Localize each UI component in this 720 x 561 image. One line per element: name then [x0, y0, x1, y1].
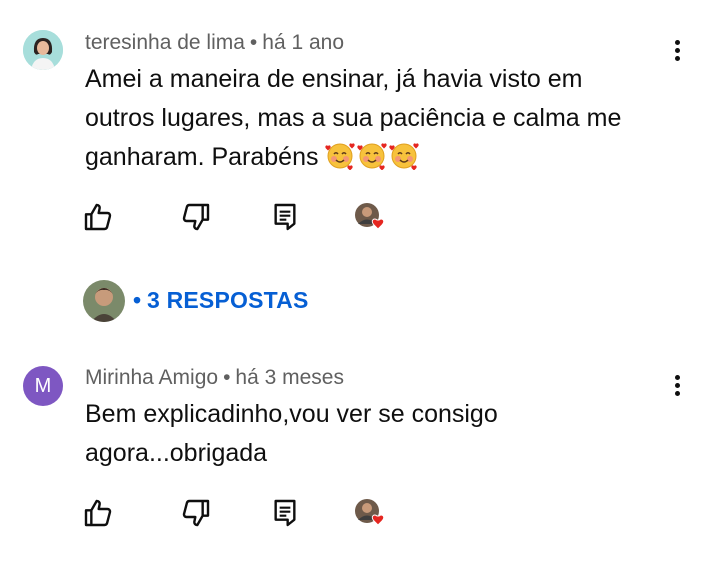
avatar-photo — [23, 30, 63, 70]
comment-meta: teresinha de lima • há 1 ano — [85, 31, 344, 55]
comment-text-line: outros lugares, mas a sua paciência e ca… — [85, 104, 622, 132]
comment-text-line: ganharam. Parabéns — [85, 138, 685, 177]
comment-text-line: Bem explicadinho,vou ver se consigo — [85, 400, 498, 428]
thumb-down-icon[interactable] — [180, 201, 212, 233]
replies-bullet: • — [133, 287, 142, 313]
thumb-down-icon[interactable] — [180, 497, 212, 529]
avatar[interactable]: M — [23, 366, 63, 406]
comment-time[interactable]: há 3 meses — [235, 366, 344, 389]
replier-avatar-photo — [83, 280, 125, 322]
reply-icon[interactable] — [269, 201, 301, 233]
thumb-up-icon[interactable] — [82, 201, 114, 233]
thumb-up-icon[interactable] — [82, 497, 114, 529]
replies-button[interactable]: • 3 RESPOSTAS — [83, 278, 333, 324]
replier-avatar — [83, 280, 125, 322]
creator-heart-icon — [352, 496, 386, 530]
meta-separator: • — [223, 366, 231, 389]
author-name[interactable]: teresinha de lima — [85, 31, 245, 54]
replies-label[interactable]: 3 RESPOSTAS — [147, 287, 309, 314]
author-name[interactable]: Mirinha Amigo — [85, 366, 218, 389]
comment-time[interactable]: há 1 ano — [262, 31, 344, 54]
avatar[interactable] — [23, 30, 63, 70]
comment-text-line: Amei a maneira de ensinar, já havia vist… — [85, 65, 583, 93]
comment-text-line: agora...obrigada — [85, 439, 268, 467]
comment-text: Bem explicadinho,vou ver se consigo agor… — [85, 395, 685, 473]
meta-separator: • — [249, 31, 258, 54]
comment-meta: Mirinha Amigo • há 3 meses — [85, 366, 344, 390]
reply-icon[interactable] — [269, 497, 301, 529]
smiling-face-with-hearts-icon — [325, 140, 355, 170]
comment-text: Amei a maneira de ensinar, já havia vist… — [85, 60, 685, 177]
creator-heart-icon — [352, 200, 386, 234]
smiling-face-with-hearts-icon — [389, 140, 419, 170]
smiling-face-with-hearts-icon — [357, 140, 387, 170]
